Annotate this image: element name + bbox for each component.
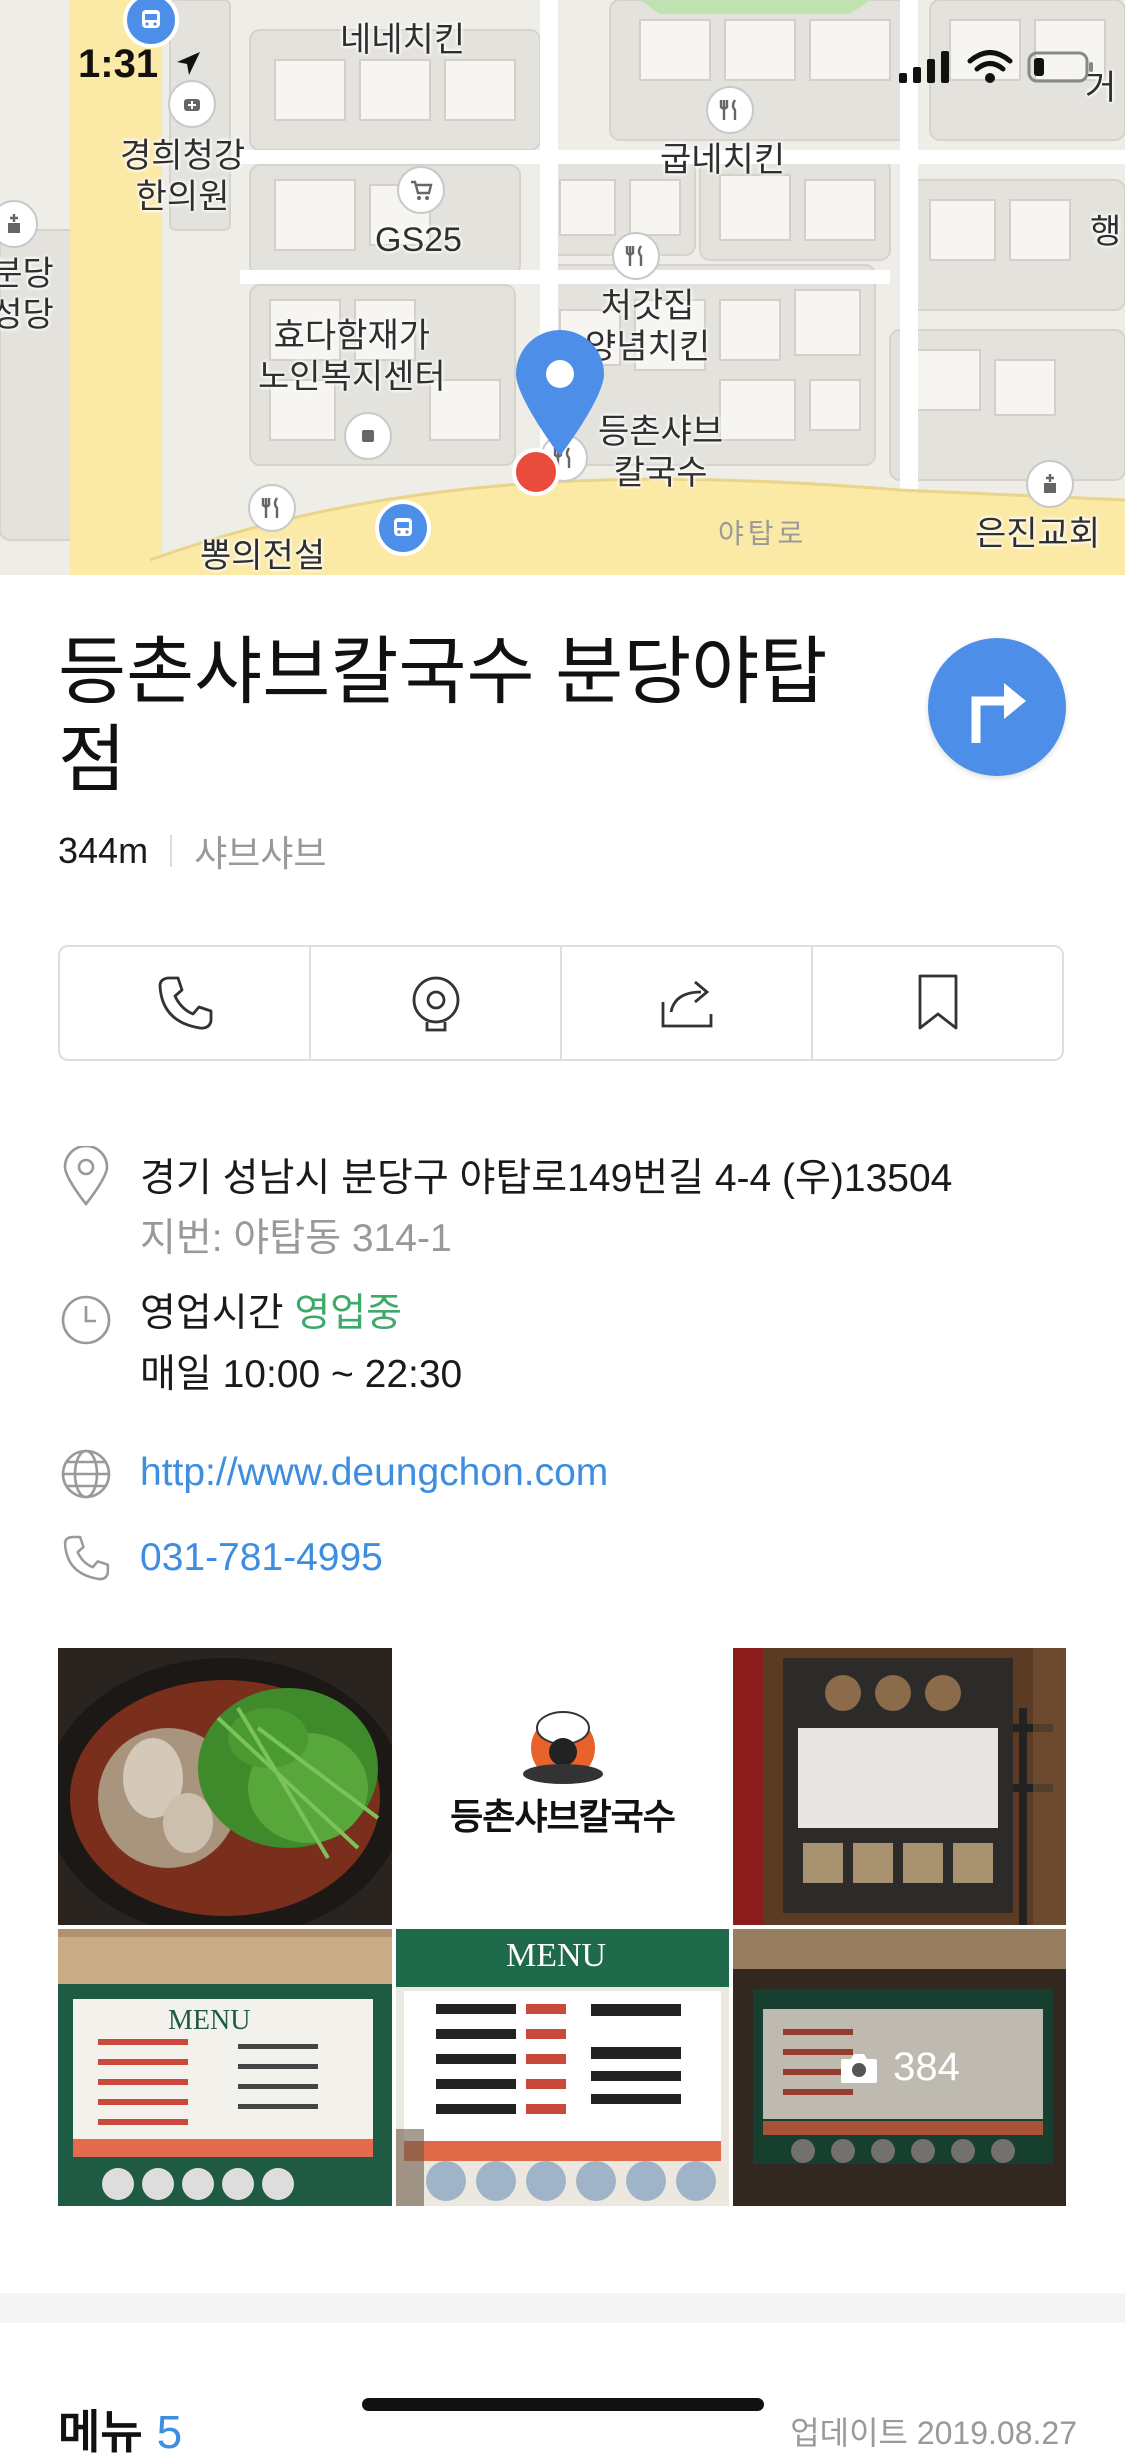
location-arrow-icon (177, 52, 201, 75)
photo-count: 384 (893, 2045, 960, 2089)
menu-count: 5 (156, 2406, 183, 2458)
directions-icon (971, 683, 1026, 743)
battery-icon (1027, 51, 1093, 83)
phone-icon (60, 1532, 112, 1584)
menu-photo (58, 1929, 392, 2206)
map-label: 등촌샤브 칼국수 (598, 413, 724, 492)
logo-text: 등촌샤브칼국수 (450, 1796, 676, 1837)
bus-stop-icon[interactable] (375, 500, 431, 556)
restaurant-icon[interactable] (706, 86, 754, 134)
photo-thumbnail[interactable] (58, 1648, 392, 1925)
menu-sign-text: MENU (506, 1937, 607, 1974)
street-view-icon (412, 976, 459, 1032)
place-meta: 344m 샤브샤브 (58, 825, 327, 877)
photo-thumbnail[interactable]: 등촌샤브칼국수 (396, 1648, 729, 1925)
more-photos-button[interactable]: 384 (733, 1929, 1066, 2206)
website-link[interactable]: http://www.deungchon.com (140, 1443, 608, 1503)
map-label: 뽕의전설 (200, 537, 326, 575)
map-label: 네네치킨 (340, 21, 466, 59)
place-title: 등촌샤브칼국수 분당야탑점 (58, 630, 828, 801)
phone-icon (158, 976, 212, 1030)
status-time: 1:31 (78, 42, 203, 87)
map-label: GS25 (375, 221, 462, 259)
map-pin-icon[interactable] (514, 328, 606, 458)
phone-number[interactable]: 031-781-4995 (140, 1528, 383, 1588)
directions-button[interactable] (928, 638, 1066, 776)
pharmacy-poi-icon[interactable] (168, 80, 216, 128)
category: 샤브샤브 (194, 833, 327, 874)
facility-poi-icon[interactable] (344, 412, 392, 460)
meta-divider (170, 835, 173, 867)
share-button[interactable] (562, 947, 813, 1059)
hours: 매일 10:00 ~ 22:30 (140, 1353, 463, 1396)
call-button[interactable] (60, 947, 311, 1059)
hours-label: 영업시간 (140, 1292, 284, 1335)
distance: 344m (58, 830, 149, 871)
globe-icon (60, 1448, 112, 1500)
map-label: 행 (1090, 213, 1122, 251)
photo-thumbnail[interactable]: MENU (396, 1929, 729, 2206)
map-label: 은진교회 (975, 515, 1101, 553)
open-status: 영업중 (294, 1292, 403, 1335)
church-icon[interactable] (1026, 460, 1074, 508)
map-label: 분당 동성당 (0, 255, 54, 334)
map-label: 효다함재가 노인복지센터 (258, 317, 446, 396)
menu-heading-text: 메뉴 (58, 2406, 143, 2458)
street-view-button[interactable] (311, 947, 562, 1059)
photo-count-overlay: 384 (733, 1929, 1066, 2206)
bookmark-icon (918, 974, 957, 1030)
action-bar (58, 945, 1064, 1061)
location-pin-icon (60, 1146, 112, 1206)
jibun-address: 지번: 야탑동 314-1 (140, 1217, 452, 1260)
menu-sign-text: MENU (168, 2005, 251, 2036)
address[interactable]: 경기 성남시 분당구 야탑로149번길 4-4 (우)13504 (140, 1149, 952, 1209)
hours-row[interactable]: 영업시간 영업중 (140, 1284, 402, 1344)
status-icons (897, 50, 1095, 84)
road-label: 야탑로 (718, 518, 808, 549)
clock-icon (60, 1294, 112, 1346)
cellular-signal-icon (899, 51, 949, 83)
restaurant-icon[interactable] (612, 232, 660, 280)
photo-grid: 등촌샤브칼국수 MENU MENU 384 (58, 1648, 1066, 2208)
status-time-text: 1:31 (78, 42, 159, 86)
restaurant-logo (396, 1648, 729, 1925)
wifi-icon (967, 50, 1013, 83)
save-button[interactable] (813, 947, 1062, 1059)
interior-photo (733, 1648, 1066, 1925)
food-photo (58, 1648, 392, 1925)
share-icon (661, 980, 712, 1028)
section-divider (0, 2293, 1125, 2323)
restaurant-icon[interactable] (248, 484, 296, 532)
menu-updated-date: 업데이트 2019.08.27 (790, 2415, 1077, 2451)
menu-section-heading[interactable]: 메뉴 5 (58, 2396, 182, 2462)
shopping-cart-icon[interactable] (397, 166, 445, 214)
home-indicator[interactable] (362, 2398, 764, 2411)
photo-thumbnail[interactable]: MENU (58, 1929, 392, 2206)
photo-thumbnail[interactable] (733, 1648, 1066, 1925)
camera-icon (841, 2053, 878, 2083)
map-label: 굽네치킨 (660, 141, 786, 179)
map-label: 경희청강 한의원 (120, 137, 246, 216)
